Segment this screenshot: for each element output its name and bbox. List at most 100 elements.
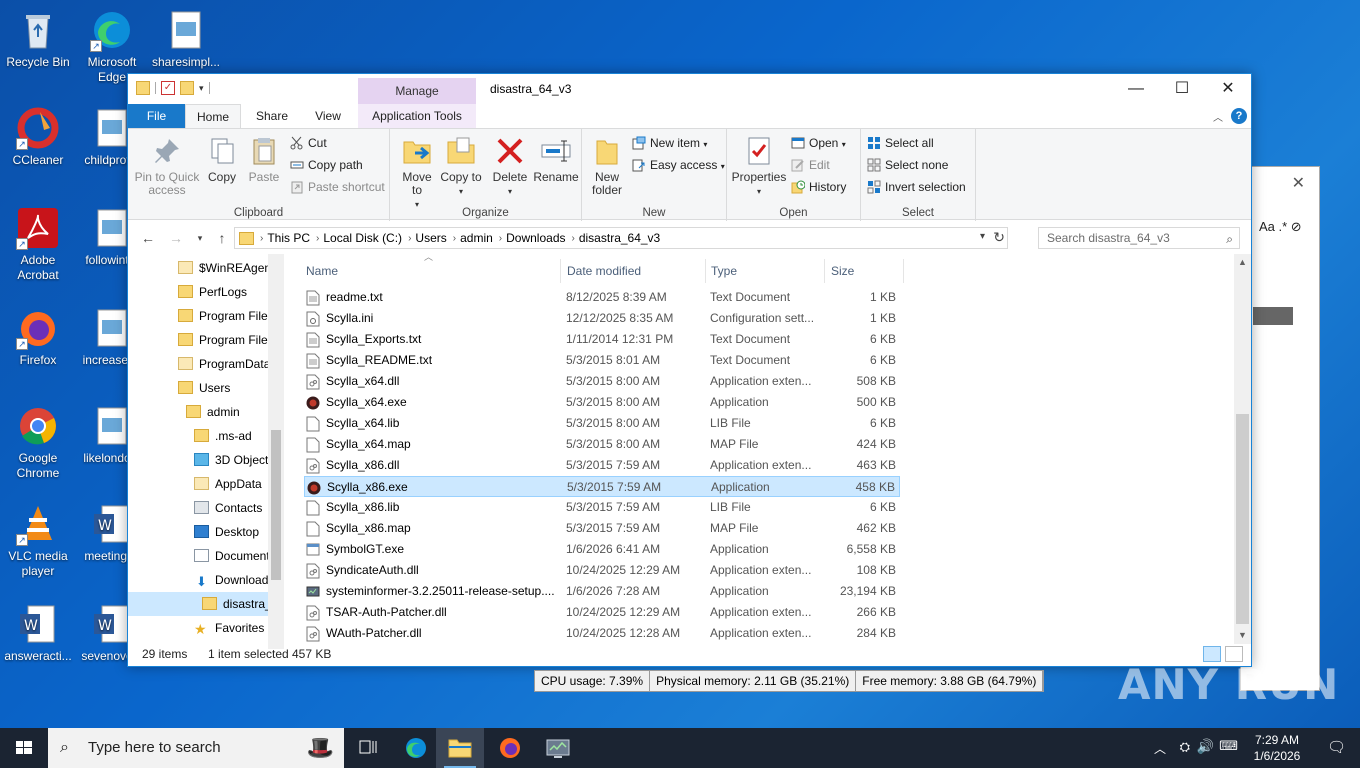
file-row[interactable]: readme.txt 8/12/2025 8:39 AM Text Document…: [304, 287, 900, 308]
scroll-thumb[interactable]: [271, 430, 281, 580]
title-bar[interactable]: ✓ ▾ Manage disastra_64_v3 — ☐ ✕: [128, 74, 1251, 104]
pin-to-quick-access-button[interactable]: Pin to Quick access: [134, 133, 200, 197]
nav-item[interactable]: Contacts: [194, 496, 262, 520]
maximize-icon[interactable]: ☐: [1159, 74, 1205, 104]
file-row[interactable]: Scylla_x64.map 5/3/2015 8:00 AM MAP File 42…: [304, 434, 900, 455]
column-divider[interactable]: [560, 259, 561, 283]
file-row[interactable]: Scylla_x64.lib 5/3/2015 8:00 AM LIB File 6 …: [304, 413, 900, 434]
desktop-icon-recycle-bin[interactable]: Recycle Bin: [0, 8, 76, 70]
desktop-icon-sharesimpl[interactable]: sharesimpl...: [148, 8, 224, 70]
help-icon[interactable]: ?: [1231, 108, 1247, 124]
column-size[interactable]: Size: [831, 259, 854, 283]
file-row[interactable]: Scylla_x64.exe 5/3/2015 8:00 AM Applicatio…: [304, 392, 900, 413]
edit-button[interactable]: Edit: [791, 155, 830, 175]
select-none-button[interactable]: Select none: [867, 155, 948, 175]
scroll-thumb[interactable]: [1236, 414, 1249, 624]
column-type[interactable]: Type: [711, 259, 737, 283]
scroll-up-icon[interactable]: ▲: [1234, 254, 1251, 271]
nav-item[interactable]: Program Files: [178, 304, 274, 328]
back-arrow-icon[interactable]: ←: [138, 228, 158, 248]
file-row[interactable]: Scylla_x64.dll 5/3/2015 8:00 AM Applicatio…: [304, 371, 900, 392]
easy-access-button[interactable]: Easy access ▾: [632, 155, 725, 175]
desktop-icon-firefox[interactable]: ↗ Firefox: [0, 306, 76, 368]
tab-view[interactable]: View: [302, 104, 354, 128]
file-row[interactable]: systeminformer-3.2.25011-release-setup..…: [304, 581, 900, 602]
delete-button[interactable]: Delete ▾: [488, 133, 532, 198]
move-to-button[interactable]: Move to ▾: [396, 133, 438, 211]
file-row[interactable]: Scylla_x86.dll 5/3/2015 7:59 AM Applicatio…: [304, 455, 900, 476]
keyboard-icon[interactable]: ⌨: [1219, 738, 1238, 754]
copy-to-button[interactable]: Copy to ▾: [440, 133, 482, 198]
forward-arrow-icon[interactable]: →: [166, 228, 186, 248]
notification-icon[interactable]: 🗨: [1327, 738, 1346, 756]
desktop-icon-answeracti[interactable]: W answeracti...: [0, 602, 76, 664]
start-button[interactable]: [0, 728, 48, 768]
taskbar-firefox[interactable]: [486, 728, 534, 768]
nav-item[interactable]: ProgramData: [178, 352, 270, 376]
new-item-button[interactable]: New item ▾: [632, 133, 707, 153]
breadcrumb-current-folder[interactable]: disastra_64_v3: [579, 231, 660, 245]
file-row[interactable]: Scylla_x86.lib 5/3/2015 7:59 AM LIB File 6 …: [304, 497, 900, 518]
file-row[interactable]: WAuth-Patcher.dll 10/24/2025 12:28 AM Appl…: [304, 623, 900, 644]
minimize-icon[interactable]: —: [1113, 74, 1159, 104]
nav-item-current[interactable]: disastra_: [128, 592, 272, 616]
nav-item[interactable]: Users: [178, 376, 230, 400]
manage-context-tab[interactable]: Manage: [358, 78, 476, 104]
cut-button[interactable]: Cut: [290, 133, 327, 153]
task-view-button[interactable]: [344, 728, 392, 768]
paste-shortcut-button[interactable]: Paste shortcut: [290, 177, 385, 197]
desktop-icon-chrome[interactable]: Google Chrome: [0, 404, 76, 481]
column-divider[interactable]: [824, 259, 825, 283]
file-row[interactable]: Scylla.ini 12/12/2025 8:35 AM Configuratio…: [304, 308, 900, 329]
volume-icon[interactable]: 🔊: [1197, 738, 1214, 755]
file-row[interactable]: Scylla_README.txt 5/3/2015 8:01 AM Text Do…: [304, 350, 900, 371]
tab-share[interactable]: Share: [246, 104, 298, 128]
nav-item[interactable]: Documents: [194, 544, 276, 568]
invert-selection-button[interactable]: Invert selection: [867, 177, 966, 197]
nav-item[interactable]: Desktop: [194, 520, 259, 544]
breadcrumb-this-pc[interactable]: This PC: [267, 231, 310, 245]
column-date-modified[interactable]: Date modified: [567, 259, 641, 283]
file-list[interactable]: ︿ Name Date modified Type Size readme.tx…: [300, 252, 1236, 649]
file-row[interactable]: SymbolGT.exe 1/6/2026 6:41 AM Application 6…: [304, 539, 900, 560]
breadcrumb-downloads[interactable]: Downloads: [506, 231, 565, 245]
column-divider[interactable]: [705, 259, 706, 283]
file-row[interactable]: TSAR-Auth-Patcher.dll 10/24/2025 12:29 AM…: [304, 602, 900, 623]
background-window[interactable]: ✕ Aa .* ⊘: [1240, 166, 1320, 691]
collapse-ribbon-icon[interactable]: ︿: [1213, 109, 1223, 124]
tab-application-tools[interactable]: Application Tools: [358, 104, 476, 128]
file-row[interactable]: Scylla_x86.map 5/3/2015 7:59 AM MAP File 46…: [304, 518, 900, 539]
file-row[interactable]: Scylla_Exports.txt 1/11/2014 12:31 PM Text…: [304, 329, 900, 350]
properties-button[interactable]: Properties ▾: [731, 133, 787, 198]
new-folder-icon[interactable]: [180, 81, 194, 95]
breadcrumb-users[interactable]: Users: [415, 231, 446, 245]
taskbar-file-explorer[interactable]: [436, 728, 484, 768]
nav-item[interactable]: admin: [186, 400, 240, 424]
nav-item[interactable]: .ms-ad: [194, 424, 252, 448]
select-all-button[interactable]: Select all: [867, 133, 934, 153]
clock[interactable]: 7:29 AM 1/6/2026: [1242, 732, 1312, 764]
column-name[interactable]: Name: [306, 259, 338, 283]
nav-item[interactable]: PerfLogs: [178, 280, 247, 304]
desktop-icon-acrobat[interactable]: ↗ Adobe Acrobat: [0, 206, 76, 283]
taskbar-search-box[interactable]: ⌕ Type here to search 🎩: [48, 728, 344, 768]
new-folder-button[interactable]: New folder: [586, 133, 628, 197]
taskbar-system-informer[interactable]: [534, 728, 582, 768]
recent-locations-icon[interactable]: ▾: [190, 228, 210, 248]
breadcrumb-local-disk[interactable]: Local Disk (C:): [323, 231, 402, 245]
copy-path-button[interactable]: Copy path: [290, 155, 363, 175]
open-button[interactable]: Open ▾: [791, 133, 846, 153]
chevron-down-icon[interactable]: ▾: [980, 231, 985, 242]
paste-button[interactable]: Paste: [244, 133, 284, 184]
customize-qat-icon[interactable]: ▾: [199, 83, 204, 94]
file-list-scrollbar[interactable]: ▲ ▼: [1234, 254, 1251, 644]
taskbar-edge[interactable]: [392, 728, 440, 768]
copy-button[interactable]: Copy: [202, 133, 242, 184]
nav-item[interactable]: Program Files: [178, 328, 274, 352]
nav-item[interactable]: ⬇ Downloads: [194, 568, 274, 592]
properties-icon[interactable]: ✓: [161, 81, 175, 95]
file-row[interactable]: SyndicateAuth.dll 10/24/2025 12:29 AM Appl…: [304, 560, 900, 581]
history-button[interactable]: History: [791, 177, 846, 197]
nav-item[interactable]: 3D Objects: [194, 448, 274, 472]
search-input[interactable]: Search disastra_64_v3 ⌕: [1038, 227, 1240, 249]
